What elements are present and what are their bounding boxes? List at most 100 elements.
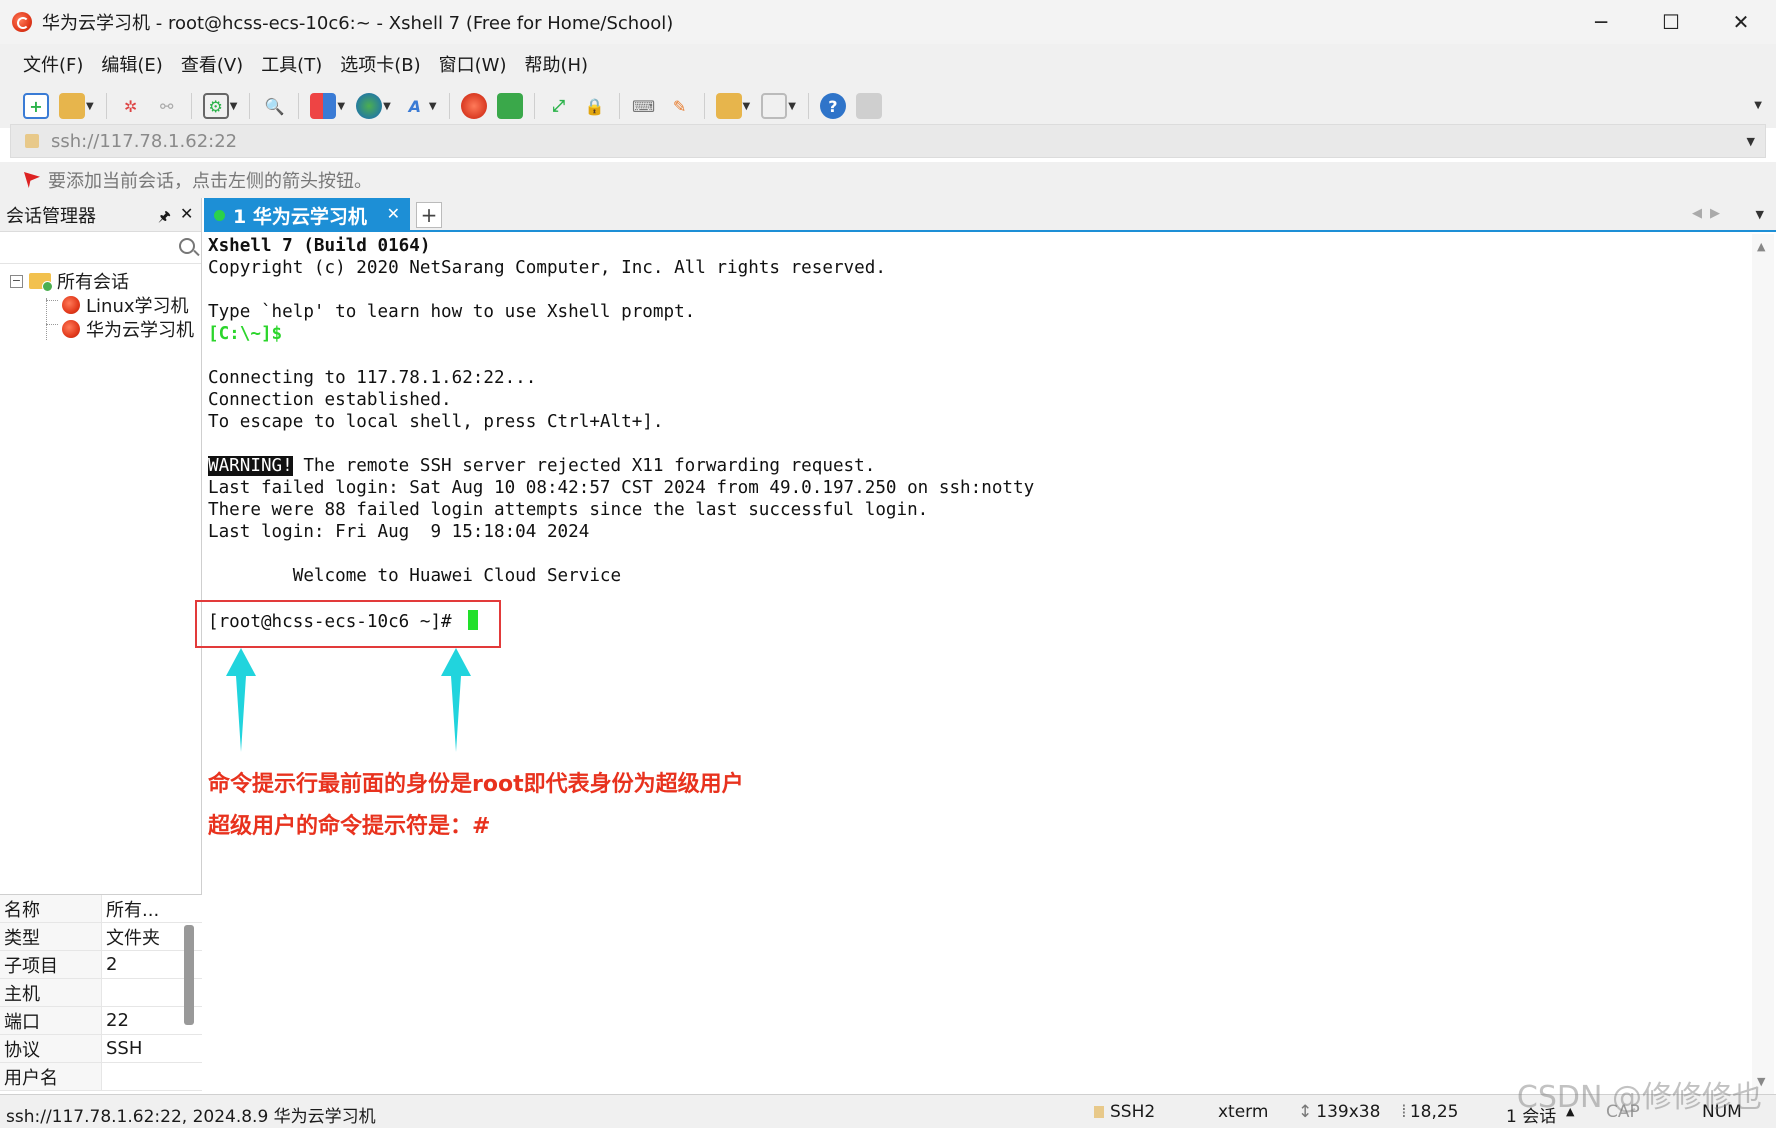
folder-dropdown-icon[interactable]: ▼ xyxy=(743,101,751,112)
menu-help[interactable]: 帮助(H) xyxy=(524,51,588,77)
minimize-button[interactable]: ─ xyxy=(1566,0,1636,44)
scroll-up-icon[interactable]: ▲ xyxy=(1757,240,1765,253)
toolbar-separator xyxy=(105,93,107,119)
properties-scrollbar[interactable] xyxy=(184,925,194,1025)
search-icon[interactable] xyxy=(179,238,195,254)
properties-dropdown-icon[interactable]: ▼ xyxy=(230,101,238,112)
tree-connector xyxy=(46,298,47,340)
toolbar: + ▼ ✲ ⚯ ⚙ ▼ 🔍 ▼ ▼ A ▼ ⤢ 🔒 ⌨ ✎ ▼ ▼ ? ▼ xyxy=(0,84,1776,128)
property-key: 端口 xyxy=(0,1007,102,1034)
session-properties-table: 名称 所有... 类型 文件夹 子项目 2 主机 端口 22 协议 SSH 用户名 xyxy=(0,894,202,1094)
tab-session-active[interactable]: 1 华为云学习机 ✕ xyxy=(204,198,410,232)
status-bar: ssh://117.78.1.62:22, 2024.8.9 华为云学习机 SS… xyxy=(0,1094,1776,1128)
title-bar: 华为云学习机 - root@hcss-ecs-10c6:~ - Xshell 7… xyxy=(0,0,1776,44)
status-protocol-text: SSH2 xyxy=(1110,1102,1156,1122)
toolbar-separator xyxy=(618,93,620,119)
xshell-app-icon xyxy=(12,12,32,32)
lock-icon[interactable]: 🔒 xyxy=(582,93,608,119)
property-row: 主机 xyxy=(0,979,202,1007)
prompt-highlight-box xyxy=(195,600,501,648)
terminal-line: The remote SSH server rejected X11 forwa… xyxy=(292,456,876,476)
status-terminal-type: xterm xyxy=(1218,1102,1269,1122)
up-arrow-annotation xyxy=(226,648,256,752)
menu-view[interactable]: 查看(V) xyxy=(181,51,243,77)
fullscreen-icon[interactable]: ⤢ xyxy=(546,93,572,119)
session-tree: − 所有会话 Linux学习机 华为云学习机 xyxy=(0,264,201,884)
chat-icon[interactable] xyxy=(855,93,882,119)
menu-edit[interactable]: 编辑(E) xyxy=(101,51,162,77)
tree-item-label: 华为云学习机 xyxy=(86,320,194,341)
globe-icon[interactable] xyxy=(356,93,383,119)
address-dropdown-icon[interactable]: ▼ xyxy=(1747,135,1755,148)
open-folder-icon[interactable] xyxy=(59,93,85,119)
globe-dropdown-icon[interactable]: ▼ xyxy=(383,101,391,112)
close-tab-icon[interactable]: ✕ xyxy=(387,204,400,223)
terminal-line: Copyright (c) 2020 NetSarang Computer, I… xyxy=(208,258,886,278)
terminal-output[interactable]: Xshell 7 (Build 0164) Copyright (c) 2020… xyxy=(204,234,1750,1094)
tile-windows-icon[interactable] xyxy=(761,93,788,119)
menu-file[interactable]: 文件(F) xyxy=(23,51,83,77)
find-icon[interactable]: 🔍 xyxy=(261,93,287,119)
folder-icon xyxy=(29,273,53,292)
disconnect-icon[interactable]: ⚯ xyxy=(154,93,180,119)
terminal-line: Xshell 7 (Build 0164) xyxy=(208,236,431,256)
collapse-toggle-icon[interactable]: − xyxy=(10,274,23,288)
maximize-button[interactable]: ☐ xyxy=(1636,0,1706,44)
toolbar-overflow-icon[interactable]: ▼ xyxy=(1754,100,1762,111)
new-session-icon[interactable]: + xyxy=(23,93,49,119)
tree-item-all-sessions[interactable]: − 所有会话 xyxy=(10,268,129,294)
menu-tabs[interactable]: 选项卡(B) xyxy=(340,51,420,77)
property-value: 文件夹 xyxy=(106,927,160,949)
address-input[interactable]: ssh://117.78.1.62:22 xyxy=(51,131,237,152)
properties-icon[interactable]: ⚙ xyxy=(202,93,229,119)
property-row: 用户名 xyxy=(0,1063,202,1091)
close-panel-icon[interactable]: ✕ xyxy=(180,204,193,223)
tab-list-dropdown-icon[interactable]: ▼ xyxy=(1756,208,1764,221)
session-manager-title: 会话管理器 xyxy=(6,205,96,227)
terminal-scrollbar[interactable]: ▲ ▼ xyxy=(1752,234,1774,1094)
xftp-icon[interactable] xyxy=(496,93,523,119)
toolbar-separator xyxy=(448,93,450,119)
font-dropdown-icon[interactable]: ▼ xyxy=(429,101,437,112)
status-cursor-pos: ⦙ 18,25 xyxy=(1402,1102,1458,1122)
terminal-line: There were 88 failed login attempts sinc… xyxy=(208,500,929,520)
layout-icon[interactable] xyxy=(310,93,337,119)
menu-bar: 文件(F) 编辑(E) 查看(V) 工具(T) 选项卡(B) 窗口(W) 帮助(… xyxy=(0,44,1776,84)
toolbar-separator xyxy=(249,93,251,119)
tab-scroll-arrows-icon[interactable]: ◀▶ xyxy=(1692,206,1728,221)
highlight-pen-icon[interactable]: ✎ xyxy=(667,93,693,119)
add-tab-button[interactable]: + xyxy=(416,202,442,228)
keyboard-icon[interactable]: ⌨ xyxy=(631,93,657,119)
xshell-icon[interactable] xyxy=(460,93,487,119)
font-icon[interactable]: A xyxy=(402,93,428,119)
address-bar[interactable]: ssh://117.78.1.62:22 ▼ xyxy=(10,124,1766,158)
tree-item-label: Linux学习机 xyxy=(86,296,189,317)
tree-item-label: 所有会话 xyxy=(57,272,129,293)
reconnect-icon[interactable]: ✲ xyxy=(118,93,144,119)
menu-tools[interactable]: 工具(T) xyxy=(261,51,322,77)
property-row: 协议 SSH xyxy=(0,1035,202,1063)
add-session-arrow-icon[interactable] xyxy=(24,172,40,188)
property-row: 名称 所有... xyxy=(0,895,202,923)
help-icon[interactable]: ? xyxy=(819,93,846,119)
window-title: 华为云学习机 - root@hcss-ecs-10c6:~ - Xshell 7… xyxy=(42,13,674,34)
terminal-line: Connection established. xyxy=(208,390,452,410)
layout-dropdown-icon[interactable]: ▼ xyxy=(337,101,345,112)
warning-line: WARNING! The remote SSH server rejected … xyxy=(208,456,875,476)
tree-item-session[interactable]: Linux学习机 xyxy=(62,292,189,318)
tree-item-session[interactable]: 华为云学习机 xyxy=(62,316,194,342)
lock-icon xyxy=(1094,1106,1104,1118)
tile-dropdown-icon[interactable]: ▼ xyxy=(788,101,796,112)
terminal-line: Type `help' to learn how to use Xshell p… xyxy=(208,302,696,322)
session-icon xyxy=(62,320,80,338)
menu-window[interactable]: 窗口(W) xyxy=(439,51,507,77)
close-window-button[interactable]: ✕ xyxy=(1706,0,1776,44)
new-folder-icon[interactable] xyxy=(715,93,742,119)
window-controls: ─ ☐ ✕ xyxy=(1566,0,1776,44)
open-dropdown-icon[interactable]: ▼ xyxy=(86,101,94,112)
property-value: 22 xyxy=(106,1010,129,1031)
session-search-input[interactable] xyxy=(0,232,201,264)
property-key: 主机 xyxy=(0,979,102,1006)
toolbar-separator xyxy=(807,93,809,119)
pin-icon[interactable]: 🖈 xyxy=(158,206,171,230)
